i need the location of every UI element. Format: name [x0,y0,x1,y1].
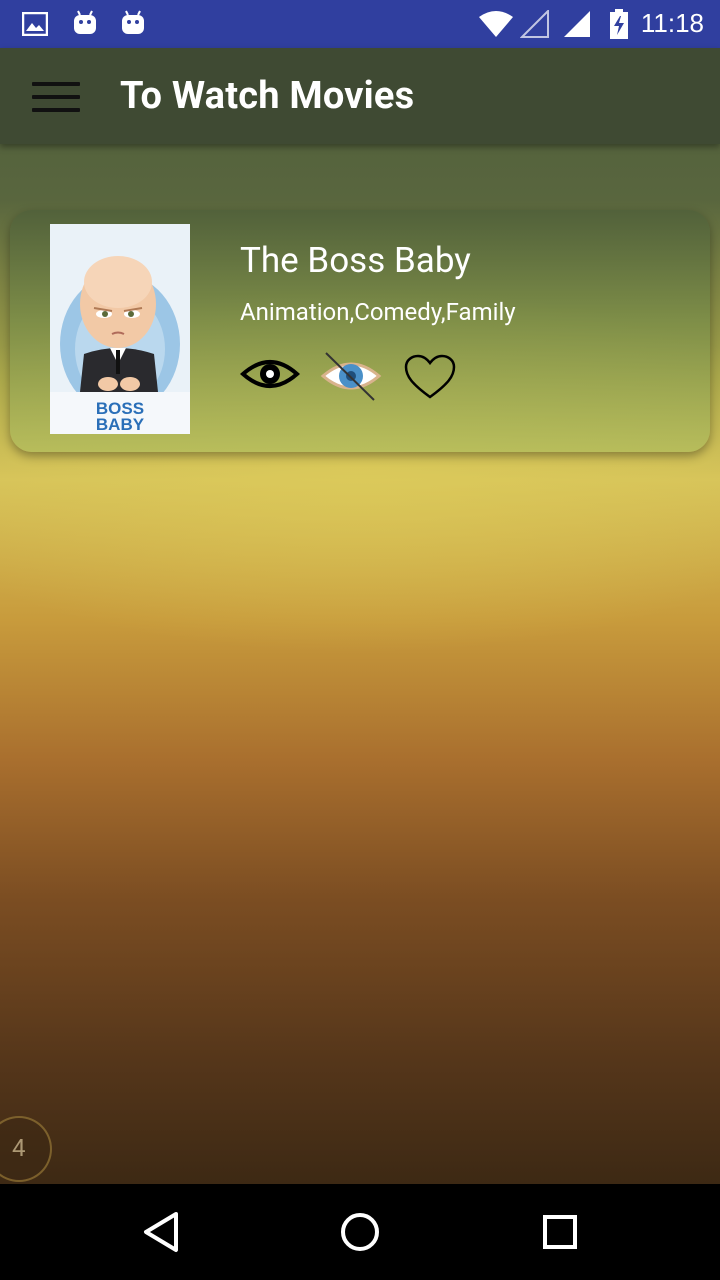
watched-eye-icon[interactable] [240,352,300,396]
page-title: To Watch Movies [120,74,415,118]
home-icon[interactable] [330,1202,390,1262]
app-screen: 11:18 To Watch Movies BOSS BABY The Boss… [0,0,720,1184]
svg-text:BABY: BABY [96,415,145,434]
boss-baby-poster-image: BOSS BABY [50,224,190,434]
image-notification-icon [22,12,48,36]
android-notification-icon [122,10,144,34]
unwatched-eye-icon[interactable] [320,350,382,402]
hamburger-menu-icon[interactable] [26,74,86,120]
back-icon[interactable] [130,1202,190,1262]
app-bar: To Watch Movies [0,48,720,144]
android-notification-icon [74,10,96,34]
status-bar: 11:18 [0,0,720,48]
movie-title: The Boss Baby [240,240,471,281]
badge-value: 4 [12,1134,26,1162]
navigation-bar [0,1184,720,1280]
movie-poster: BOSS BABY [50,224,190,434]
recents-icon[interactable] [530,1202,590,1262]
signal-full-icon [564,11,590,37]
status-time: 11:18 [640,8,704,38]
floating-badge[interactable]: 4 [0,1116,52,1182]
wifi-icon [479,11,513,37]
signal-empty-icon [520,10,549,38]
battery-charging-icon [610,9,628,39]
favorite-heart-icon[interactable] [404,354,456,400]
movie-card[interactable]: BOSS BABY The Boss Baby Animation,Comedy… [10,210,710,452]
movie-genres: Animation,Comedy,Family [240,298,516,326]
